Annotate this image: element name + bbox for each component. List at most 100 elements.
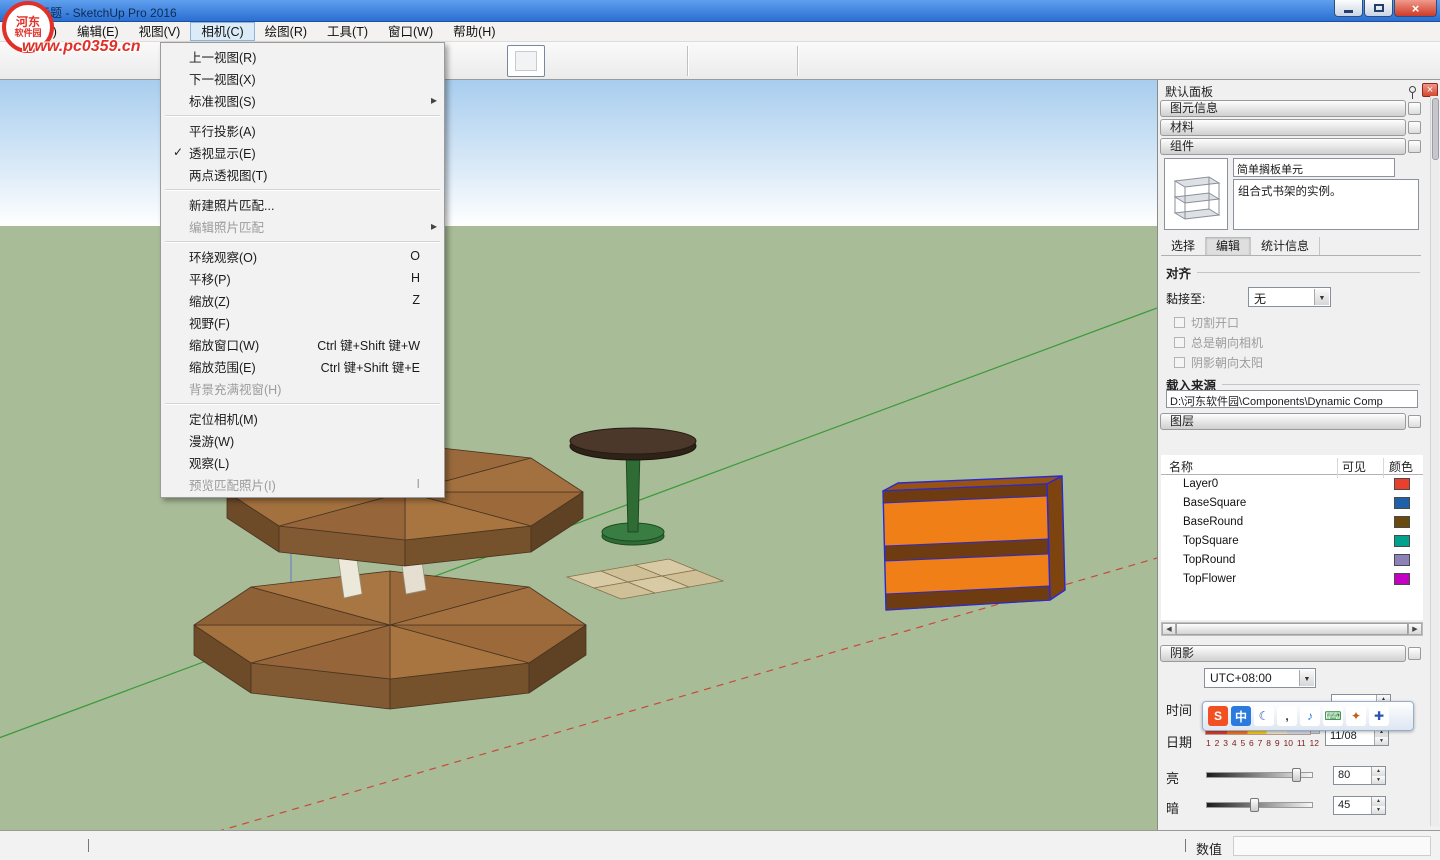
layer-row[interactable]: TopFlower [1161, 570, 1423, 589]
camera-menu-item[interactable]: 两点透视图(T) [161, 163, 444, 185]
octagon-table-lower[interactable] [194, 571, 586, 709]
ime-icon[interactable]: , [1277, 706, 1297, 726]
glue-to-select[interactable]: 无 [1248, 287, 1331, 307]
section-toggle-icon[interactable] [1408, 102, 1421, 115]
layer-row[interactable]: Layer0 [1161, 475, 1423, 494]
camera-menu-item[interactable] [161, 185, 444, 193]
dropdown-arrow-icon[interactable] [1314, 289, 1329, 305]
layer-color-swatch[interactable] [1394, 516, 1410, 528]
section-toggle-icon[interactable] [1408, 647, 1421, 660]
panel-vertical-scrollbar[interactable] [1430, 96, 1439, 826]
light-input[interactable]: 80 [1333, 766, 1386, 785]
components-tab[interactable]: 选择 [1161, 237, 1206, 255]
dark-input[interactable]: 45 [1333, 796, 1386, 815]
ime-icon[interactable]: ☾ [1254, 706, 1274, 726]
menu-item[interactable]: 相机(C) [190, 22, 254, 41]
panel-close-button[interactable] [1422, 83, 1438, 97]
layer-color-swatch[interactable] [1394, 573, 1410, 585]
pin-icon[interactable] [1409, 86, 1416, 93]
ime-icon[interactable]: ⌨ [1323, 706, 1343, 726]
camera-menu-item[interactable]: 缩放(Z) Z [161, 289, 444, 311]
component-description[interactable]: 组合式书架的实例。 [1233, 179, 1419, 230]
date-tick: 3 [1223, 738, 1228, 748]
section-shadows[interactable]: 阴影 [1160, 645, 1406, 662]
scroll-left-icon[interactable]: ◀ [1162, 623, 1176, 635]
layer-color-swatch[interactable] [1394, 535, 1410, 547]
ime-icon[interactable]: ✦ [1346, 706, 1366, 726]
camera-menu-item[interactable] [161, 237, 444, 245]
scroll-right-icon[interactable]: ▶ [1408, 623, 1422, 635]
layer-row[interactable]: TopRound [1161, 551, 1423, 570]
section-layers[interactable]: 图层 [1160, 413, 1406, 430]
camera-menu-item[interactable]: 观察(L) [161, 451, 444, 473]
load-path-input[interactable]: D:\河东软件园\Components\Dynamic Comp [1166, 390, 1418, 408]
section-materials[interactable]: 材料 [1160, 119, 1406, 136]
layer-color-swatch[interactable] [1394, 554, 1410, 566]
sketchup-window: 无标题 - SketchUp Pro 2016 文件(F) 编辑(E) 视图(V… [0, 0, 1440, 860]
layers-horizontal-scrollbar[interactable]: ◀ ▶ [1161, 622, 1423, 636]
menu-item[interactable]: 帮助(H) [443, 22, 505, 41]
camera-menu-item[interactable]: 背景充满视窗(H) [161, 377, 444, 399]
components-tab[interactable]: 编辑 [1206, 237, 1251, 255]
menu-item[interactable]: 绘图(R) [255, 22, 317, 41]
menu-item[interactable]: 窗口(W) [378, 22, 443, 41]
menu-item[interactable]: 文件(F) [6, 22, 67, 41]
camera-menu-item[interactable]: 透视显示(E) [161, 141, 444, 163]
column-visible[interactable]: 可见 [1342, 458, 1366, 475]
scrollbar-thumb[interactable] [1432, 98, 1439, 160]
camera-menu-item[interactable]: 下一视图(X) [161, 67, 444, 89]
minimize-button[interactable] [1334, 0, 1363, 17]
camera-menu-item[interactable]: 漫游(W) [161, 429, 444, 451]
dropdown-arrow-icon[interactable] [1299, 670, 1314, 686]
ime-icon[interactable]: S [1208, 706, 1228, 726]
camera-menu-item[interactable] [161, 399, 444, 407]
camera-menu-item[interactable] [161, 111, 444, 119]
section-entity-info[interactable]: 图元信息 [1160, 100, 1406, 117]
camera-menu-item[interactable]: 视野(F) [161, 311, 444, 333]
camera-menu-item[interactable]: 平移(P) H [161, 267, 444, 289]
camera-menu-item[interactable]: 上一视图(R) [161, 45, 444, 67]
layer-color-swatch[interactable] [1394, 478, 1410, 490]
column-color[interactable]: 颜色 [1389, 458, 1413, 475]
layer-row[interactable]: BaseSquare [1161, 494, 1423, 513]
scrollbar-thumb[interactable] [1176, 623, 1408, 635]
title-bar[interactable]: 无标题 - SketchUp Pro 2016 [0, 0, 1440, 22]
menu-item[interactable]: 编辑(E) [67, 22, 129, 41]
section-toggle-icon[interactable] [1408, 140, 1421, 153]
spinner-buttons[interactable] [1371, 767, 1385, 784]
spinner-buttons[interactable] [1371, 797, 1385, 814]
camera-menu-item[interactable]: 缩放范围(E) Ctrl 键+Shift 键+E [161, 355, 444, 377]
section-toggle-icon[interactable] [1408, 415, 1421, 428]
column-name[interactable]: 名称 [1169, 458, 1193, 475]
dark-slider-thumb[interactable] [1250, 798, 1259, 812]
camera-menu-item[interactable]: 标准视图(S) [161, 89, 444, 111]
camera-menu-item[interactable]: 平行投影(A) [161, 119, 444, 141]
camera-menu-item[interactable]: 定位相机(M) [161, 407, 444, 429]
camera-menu-item[interactable]: 缩放窗口(W) Ctrl 键+Shift 键+W [161, 333, 444, 355]
layer-row[interactable]: BaseRound [1161, 513, 1423, 532]
maximize-button[interactable] [1364, 0, 1393, 17]
menu-item[interactable]: 工具(T) [317, 22, 378, 41]
ime-icon[interactable]: ♪ [1300, 706, 1320, 726]
layer-color-swatch[interactable] [1394, 497, 1410, 509]
camera-menu-item[interactable]: 环绕观察(O) O [161, 245, 444, 267]
component-thumbnail[interactable] [1164, 158, 1228, 230]
component-name-input[interactable]: 简单搁板单元 [1233, 158, 1395, 177]
dark-slider[interactable] [1206, 802, 1313, 808]
components-tab[interactable]: 统计信息 [1251, 237, 1320, 255]
bookshelf-selected[interactable] [883, 476, 1065, 610]
toolbar-tool-button[interactable] [507, 45, 545, 77]
ime-icon[interactable]: ✚ [1369, 706, 1389, 726]
camera-menu-item[interactable]: 预览匹配照片(I) I [161, 473, 444, 495]
layer-row[interactable]: TopSquare [1161, 532, 1423, 551]
measurements-input[interactable] [1233, 836, 1431, 856]
close-button[interactable] [1394, 0, 1437, 17]
menu-item[interactable]: 视图(V) [129, 22, 191, 41]
section-toggle-icon[interactable] [1408, 121, 1421, 134]
timezone-select[interactable]: UTC+08:00 [1204, 668, 1316, 688]
section-components[interactable]: 组件 [1160, 138, 1406, 155]
camera-menu-item[interactable]: 新建照片匹配... [161, 193, 444, 215]
light-slider-thumb[interactable] [1292, 768, 1301, 782]
camera-menu-item[interactable]: 编辑照片匹配 [161, 215, 444, 237]
ime-icon[interactable]: 中 [1231, 706, 1251, 726]
